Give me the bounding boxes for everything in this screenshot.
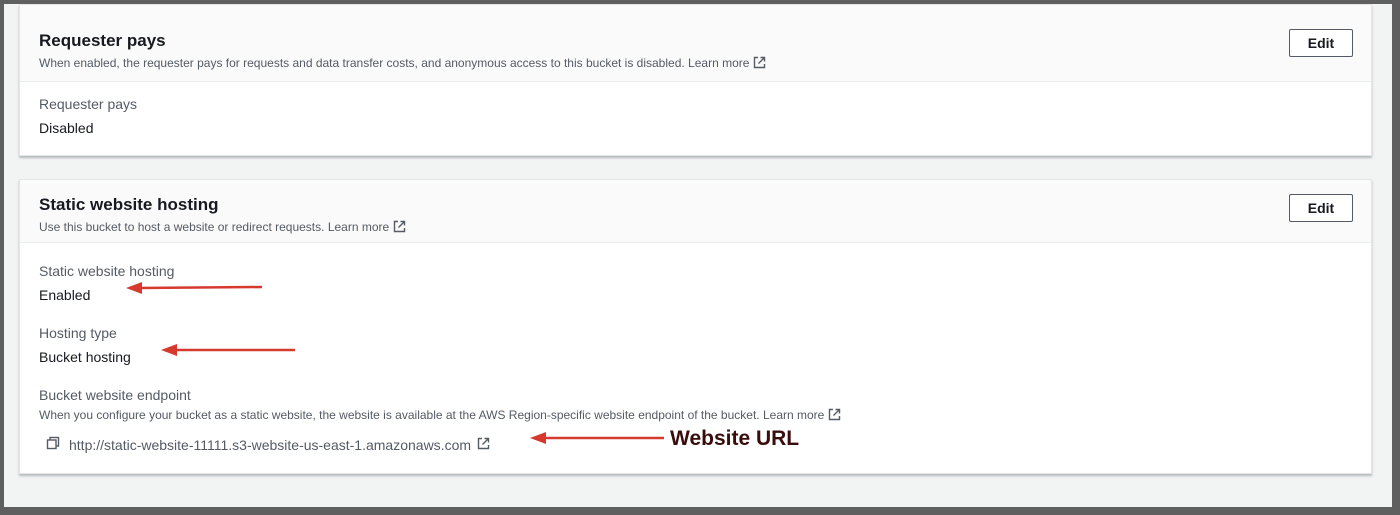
external-link-icon — [753, 56, 766, 72]
static-hosting-header: Static website hosting Use this bucket t… — [20, 180, 1371, 243]
static-hosting-title: Static website hosting — [39, 195, 219, 214]
bucket-endpoint-row: http://static-website-11111.s3-website-u… — [46, 436, 490, 453]
static-hosting-description-text: Use this bucket to host a website or red… — [39, 220, 325, 234]
requester-pays-description: When enabled, the requester pays for req… — [39, 56, 766, 72]
learn-more-label[interactable]: Learn more — [328, 220, 389, 234]
static-hosting-description: Use this bucket to host a website or red… — [39, 220, 406, 236]
bucket-endpoint-url-link[interactable]: http://static-website-11111.s3-website-u… — [69, 437, 471, 453]
static-hosting-learn-more-link[interactable]: Learn more — [328, 220, 406, 234]
static-hosting-field-value: Enabled — [39, 287, 91, 303]
requester-pays-panel: Requester pays When enabled, the request… — [19, 4, 1372, 156]
hosting-type-value: Bucket hosting — [39, 349, 131, 365]
annotation-website-url-label: Website URL — [670, 427, 800, 450]
bucket-endpoint-description: When you configure your bucket as a stat… — [39, 408, 841, 424]
bucket-endpoint-description-text: When you configure your bucket as a stat… — [39, 408, 760, 422]
requester-pays-edit-button[interactable]: Edit — [1289, 29, 1353, 57]
learn-more-label[interactable]: Learn more — [688, 56, 749, 70]
annotation-arrow-enabled — [126, 282, 263, 294]
bucket-endpoint-learn-more-link[interactable]: Learn more — [763, 408, 841, 422]
requester-pays-title: Requester pays — [39, 31, 166, 50]
requester-pays-field-label: Requester pays — [39, 96, 138, 112]
copy-icon[interactable] — [46, 436, 60, 453]
s3-bucket-properties: Requester pays When enabled, the request… — [4, 4, 1392, 507]
requester-pays-header: Requester pays When enabled, the request… — [20, 5, 1371, 82]
external-link-icon — [393, 220, 406, 236]
static-hosting-field-label: Static website hosting — [39, 263, 175, 279]
annotation-arrow-hosting-type — [161, 344, 295, 356]
annotation-arrow-website-url — [530, 432, 664, 444]
external-link-icon — [477, 437, 490, 453]
requester-pays-field-value: Disabled — [39, 120, 94, 136]
static-hosting-edit-button[interactable]: Edit — [1289, 194, 1353, 222]
bucket-endpoint-label: Bucket website endpoint — [39, 387, 191, 403]
requester-pays-description-text: When enabled, the requester pays for req… — [39, 56, 685, 70]
hosting-type-label: Hosting type — [39, 325, 117, 341]
learn-more-label[interactable]: Learn more — [763, 408, 824, 422]
requester-pays-learn-more-link[interactable]: Learn more — [688, 56, 766, 70]
external-link-icon — [828, 408, 841, 424]
